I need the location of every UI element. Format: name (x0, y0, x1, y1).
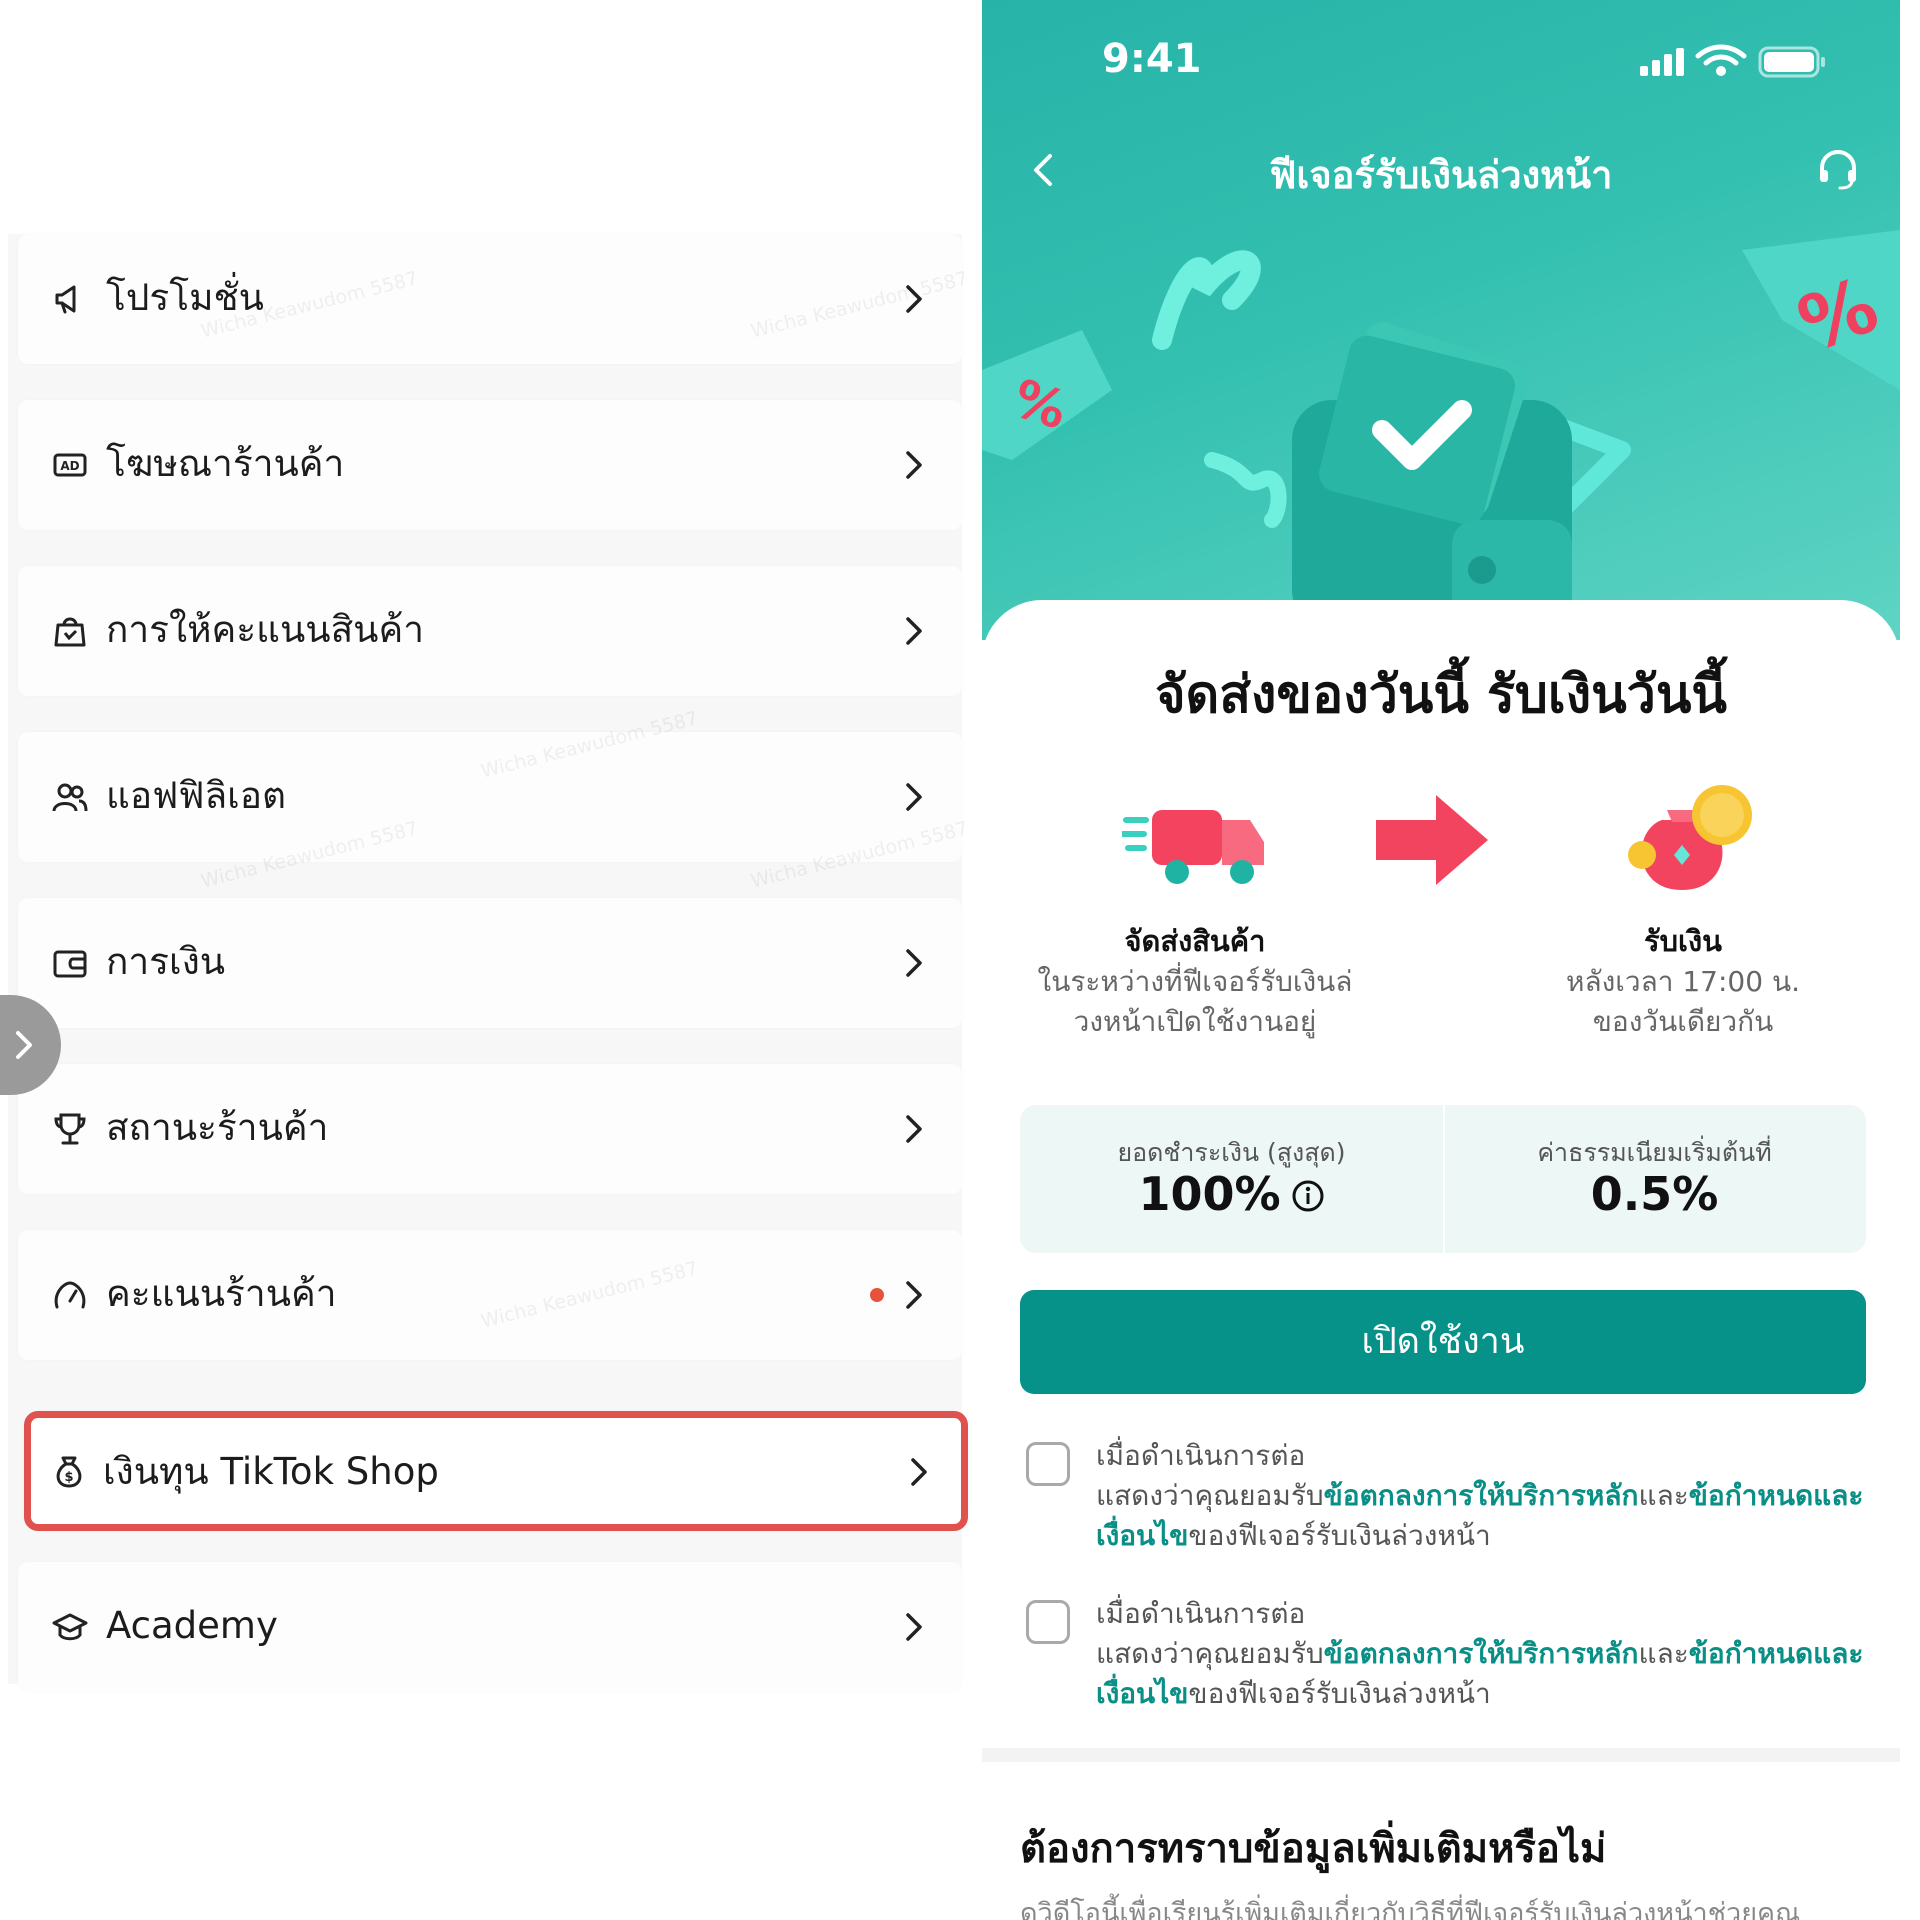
step-ship-desc-line: วงหน้าเปิดใช้งานอยู่ (1073, 1005, 1317, 1038)
squiggle-decoration (1204, 452, 1287, 528)
seller-menu-list: โปรโมชั่น AD โฆษณาร้านค้า การให้คะแนนสิน… (8, 234, 970, 1692)
svg-text:$: $ (64, 1470, 73, 1485)
page-title: ฟีเจอร์รับเงินล่วงหน้า (1269, 153, 1613, 197)
money-pouch-icon (1612, 780, 1762, 900)
consent-text: แสดงว่าคุณยอมรับข้อตกลงการให้บริการหลักแ… (1096, 1476, 1866, 1556)
consent-line: เมื่อดำเนินการต่อ (1096, 1597, 1306, 1630)
step-ship-title: จัดส่งสินค้า (1124, 924, 1266, 958)
stat-value-text: 100% (1138, 1167, 1281, 1221)
consent-prefix: แสดงว่าคุณยอมรับ (1096, 1637, 1324, 1670)
menu-item-promotions[interactable]: โปรโมชั่น (18, 234, 962, 364)
right-panel: 9:41 ฟีเจอร์รับเงินล่วงหน้า % % จัดส่งขอ… (982, 0, 1900, 1920)
menu-label: แอฟฟิลิเอต (106, 774, 287, 817)
menu-item-product-ratings[interactable]: การให้คะแนนสินค้า (18, 566, 962, 696)
stat-value: 100% (1020, 1167, 1443, 1221)
step-receive-desc-line: หลังเวลา 17:00 น. (1566, 965, 1800, 998)
menu-label: คะแนนร้านค้า (106, 1272, 337, 1315)
step-receive-desc-line: ของวันเดียวกัน (1592, 1005, 1774, 1038)
consent-checkbox[interactable] (1026, 1600, 1070, 1644)
consent-suffix: ของฟีเจอร์รับเงินล่วงหน้า (1188, 1519, 1491, 1552)
stat-fee: ค่าธรรมเนียมเริ่มต้นที่ 0.5% (1443, 1105, 1866, 1253)
squiggle-decoration (1152, 250, 1261, 350)
more-info-desc: ดูวิดีโอนี้เพื่อเรียนรู้เพิ่มเติมเกี่ยวก… (1020, 1898, 1801, 1920)
step-receive-desc: หลังเวลา 17:00 น. ของวันเดียวกัน (1513, 962, 1853, 1042)
more-info-title: ต้องการทราบข้อมูลเพิ่มเติมหรือไม่ (1020, 1826, 1607, 1872)
ad-icon: AD (52, 447, 88, 483)
headset-support-icon[interactable] (1814, 146, 1862, 194)
left-panel: โปรโมชั่น AD โฆษณาร้านค้า การให้คะแนนสิน… (0, 0, 984, 1920)
consent-checkbox[interactable] (1026, 1442, 1070, 1486)
stat-value: 0.5% (1590, 1167, 1719, 1221)
chevron-right-icon (901, 1452, 937, 1492)
step-ship-desc: ในระหว่างที่ฟีเจอร์รับเงินล่ วงหน้าเปิดใ… (1025, 962, 1365, 1042)
chevron-right-icon (896, 1275, 932, 1315)
battery-icon (1758, 46, 1825, 78)
hero-illustration: % % (982, 220, 1900, 630)
consent-text: แสดงว่าคุณยอมรับข้อตกลงการให้บริการหลักแ… (1096, 1634, 1866, 1714)
main-terms-link[interactable]: ข้อตกลงการให้บริการหลัก (1324, 1479, 1639, 1512)
consent-suffix: ของฟีเจอร์รับเงินล่วงหน้า (1188, 1677, 1491, 1710)
stats-box: ยอดชำระเงิน (สูงสุด) 100% ค่าธรรมเนียมเร… (1020, 1105, 1866, 1253)
rating-bag-icon (52, 613, 88, 649)
users-icon (52, 779, 88, 815)
headline: จัดส่งของวันนี้ รับเงินวันนี้ (1155, 665, 1727, 725)
gauge-icon (52, 1277, 88, 1313)
nav-bar: ฟีเจอร์รับเงินล่วงหน้า (982, 130, 1900, 210)
chevron-right-icon (896, 943, 932, 983)
enable-button[interactable]: เปิดใช้งาน (1020, 1290, 1866, 1394)
menu-item-tiktok-shop-funding[interactable]: $ เงินทุน TikTok Shop (24, 1411, 968, 1531)
trophy-icon (52, 1111, 88, 1147)
menu-item-finance[interactable]: การเงิน (18, 898, 962, 1028)
status-time: 9:41 (1102, 36, 1202, 82)
megaphone-icon (52, 281, 88, 317)
graduation-cap-icon (52, 1609, 88, 1645)
menu-item-affiliate[interactable]: แอฟฟิลิเอต (18, 732, 962, 862)
chevron-right-icon (896, 777, 932, 817)
main-terms-link[interactable]: ข้อตกลงการให้บริการหลัก (1324, 1637, 1639, 1670)
menu-label: สถานะร้านค้า (106, 1106, 329, 1149)
menu-label: โฆษณาร้านค้า (106, 442, 345, 485)
money-bag-icon: $ (51, 1454, 87, 1490)
chevron-right-icon (896, 445, 932, 485)
consent-mid: และ (1638, 1637, 1689, 1670)
stat-max-payout: ยอดชำระเงิน (สูงสุด) 100% (1020, 1105, 1443, 1253)
status-icons (1640, 44, 1830, 80)
menu-label: การเงิน (106, 940, 226, 983)
info-icon[interactable] (1291, 1170, 1325, 1212)
consent-row: เมื่อดำเนินการต่อ แสดงว่าคุณยอมรับข้อตกล… (1020, 1590, 1866, 1720)
wallet-illustration (1292, 322, 1572, 630)
menu-item-shop-status[interactable]: สถานะร้านค้า (18, 1064, 962, 1194)
menu-label: การให้คะแนนสินค้า (106, 608, 424, 651)
menu-item-shop-ads[interactable]: AD โฆษณาร้านค้า (18, 400, 962, 530)
svg-text:AD: AD (60, 459, 79, 473)
menu-item-academy[interactable]: Academy (18, 1562, 962, 1692)
chevron-right-icon (896, 611, 932, 651)
status-bar: 9:41 (982, 0, 1900, 110)
delivery-truck-icon (1119, 780, 1272, 900)
content-card: จัดส่งของวันนี้ รับเงินวันนี้ จัดส่งสินค… (982, 600, 1900, 1920)
consent-line: เมื่อดำเนินการต่อ (1096, 1439, 1306, 1472)
consent-mid: และ (1638, 1479, 1689, 1512)
menu-label: เงินทุน TikTok Shop (103, 1450, 439, 1493)
wallet-icon (52, 945, 88, 981)
chevron-right-icon (896, 1109, 932, 1149)
chevron-right-icon (896, 1607, 932, 1647)
signal-icon (1640, 48, 1684, 76)
chevron-right-icon (16, 1031, 32, 1059)
section-divider (982, 1748, 1900, 1762)
consent-prefix: แสดงว่าคุณยอมรับ (1096, 1479, 1324, 1512)
step-receive-title: รับเงิน (1644, 924, 1722, 958)
arrow-right-icon (1366, 780, 1496, 900)
hero-banner: 9:41 ฟีเจอร์รับเงินล่วงหน้า % % (982, 0, 1900, 640)
menu-label: Academy (106, 1604, 278, 1647)
step-ship-desc-line: ในระหว่างที่ฟีเจอร์รับเงินล่ (1037, 965, 1353, 998)
percent-ticket-right: % (1742, 230, 1900, 390)
percent-ticket-left: % (982, 330, 1112, 460)
menu-item-shop-score[interactable]: คะแนนร้านค้า (18, 1230, 962, 1360)
consent-row: เมื่อดำเนินการต่อ แสดงว่าคุณยอมรับข้อตกล… (1020, 1432, 1866, 1562)
notification-dot (870, 1288, 884, 1302)
wifi-icon (1695, 44, 1747, 76)
